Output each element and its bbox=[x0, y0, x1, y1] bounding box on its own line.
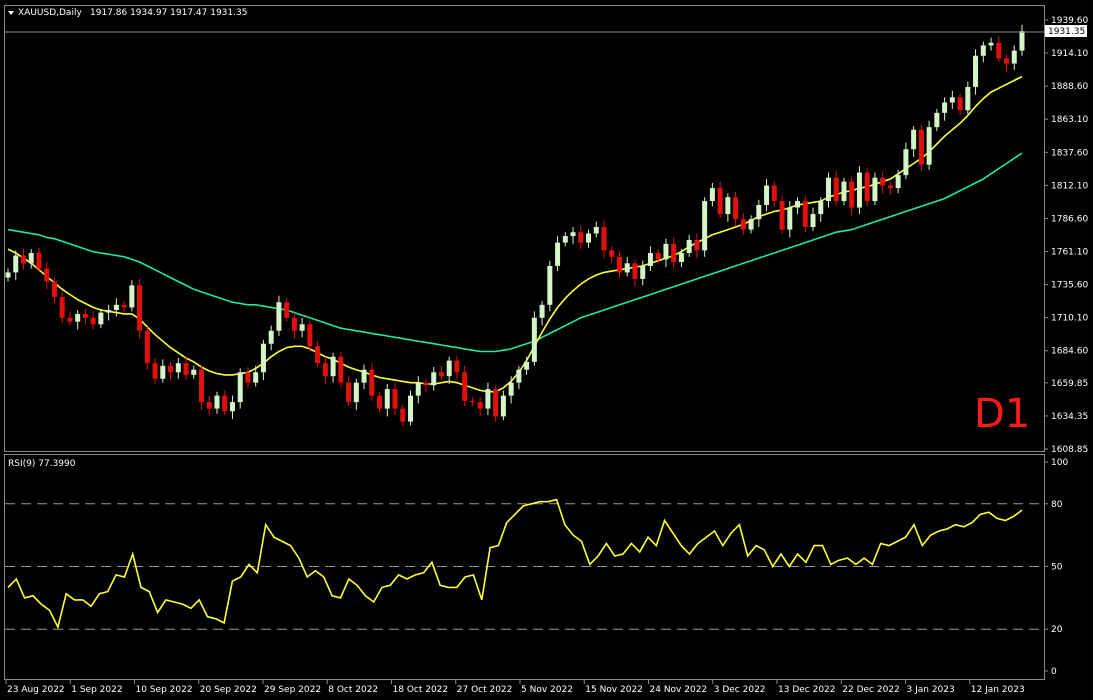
price-tick-label: 1761.10 bbox=[1051, 248, 1088, 258]
candle bbox=[493, 385, 499, 422]
time-tick-label: 18 Oct 2022 bbox=[393, 685, 449, 695]
candle bbox=[702, 197, 708, 257]
chart-area: XAUUSD,Daily 1917.86 1934.97 1917.47 193… bbox=[0, 0, 1093, 700]
time-tick-label: 23 Aug 2022 bbox=[7, 685, 65, 695]
candle bbox=[137, 278, 143, 339]
candle bbox=[864, 168, 870, 207]
price-tick-label: 1786.60 bbox=[1051, 214, 1088, 224]
chart-symbol: XAUUSD,Daily bbox=[18, 8, 82, 18]
price-tick-label: 1888.60 bbox=[1051, 82, 1088, 92]
price-tick-label: 1659.85 bbox=[1051, 379, 1088, 389]
price-tick-label: 1812.10 bbox=[1051, 181, 1088, 191]
rsi-tick-label: 0 bbox=[1051, 667, 1057, 677]
price-tick-label: 1710.10 bbox=[1051, 314, 1088, 324]
time-tick-label: 27 Oct 2022 bbox=[457, 685, 513, 695]
chart-ohlc: 1917.86 1934.97 1917.47 1931.35 bbox=[90, 8, 247, 18]
timeframe-badge: D1 bbox=[974, 391, 1030, 437]
candle bbox=[338, 351, 344, 388]
price-tick-label: 1863.10 bbox=[1051, 115, 1088, 125]
candle bbox=[802, 195, 808, 233]
rsi-tick-label: 80 bbox=[1051, 500, 1063, 510]
price-tick-label: 1837.60 bbox=[1051, 148, 1088, 158]
price-tick-label: 1608.85 bbox=[1051, 445, 1088, 455]
time-tick-label: 22 Dec 2022 bbox=[842, 685, 900, 695]
candle bbox=[926, 120, 932, 170]
time-tick-label: 29 Sep 2022 bbox=[264, 685, 321, 695]
price-tick-label: 1914.10 bbox=[1051, 49, 1088, 59]
time-tick-label: 5 Nov 2022 bbox=[521, 685, 573, 695]
candle bbox=[547, 260, 553, 312]
price-tick-label: 1735.60 bbox=[1051, 281, 1088, 291]
candle bbox=[408, 390, 414, 426]
candle bbox=[856, 166, 862, 215]
price-tick-label: 1939.60 bbox=[1051, 16, 1088, 26]
rsi-tick-label: 20 bbox=[1051, 625, 1063, 635]
last-price-text: 1931.35 bbox=[1048, 27, 1085, 37]
price-tick-label: 1634.35 bbox=[1051, 412, 1088, 422]
time-tick-label: 3 Dec 2022 bbox=[714, 685, 766, 695]
candle bbox=[918, 124, 924, 172]
rsi-title: RSI(9) 77.3990 bbox=[8, 459, 76, 469]
rsi-tick-label: 50 bbox=[1051, 563, 1063, 573]
time-tick-label: 24 Nov 2022 bbox=[650, 685, 708, 695]
rsi-tick-label: 100 bbox=[1051, 458, 1068, 468]
time-tick-label: 1 Sep 2022 bbox=[71, 685, 122, 695]
time-tick-label: 10 Sep 2022 bbox=[136, 685, 193, 695]
candle bbox=[841, 177, 847, 205]
time-tick-label: 3 Jan 2023 bbox=[907, 685, 955, 695]
last-price-label: 1931.35 bbox=[1045, 25, 1087, 37]
time-tick-label: 13 Dec 2022 bbox=[778, 685, 836, 695]
price-tick-label: 1684.60 bbox=[1051, 347, 1088, 357]
candle bbox=[531, 311, 537, 366]
time-tick-label: 20 Sep 2022 bbox=[200, 685, 257, 695]
time-tick-label: 12 Jan 2023 bbox=[971, 685, 1025, 695]
candle bbox=[779, 195, 785, 234]
time-tick-label: 15 Nov 2022 bbox=[585, 685, 643, 695]
time-tick-label: 8 Oct 2022 bbox=[328, 685, 378, 695]
